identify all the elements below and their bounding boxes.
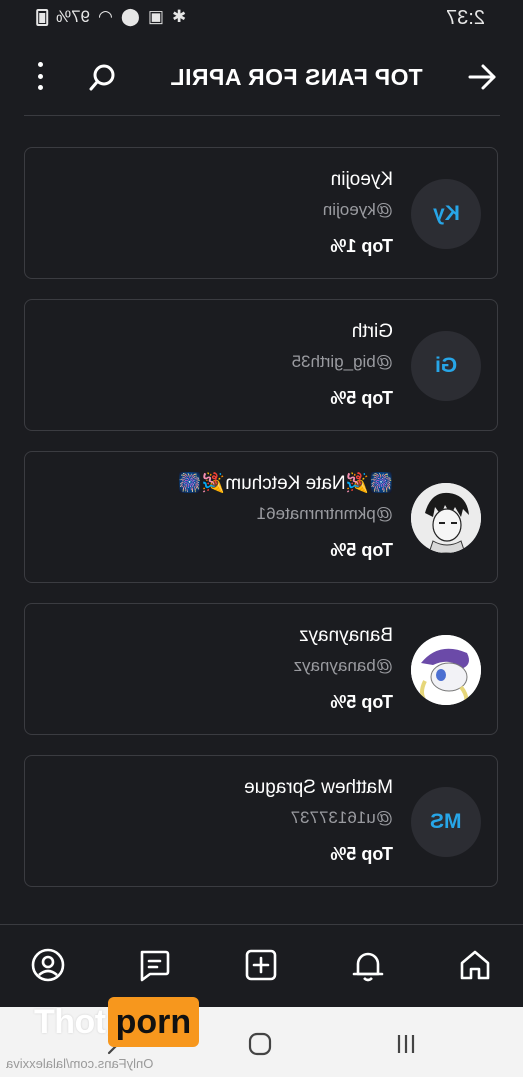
avatar[interactable] [411, 483, 481, 553]
nav-messages-button[interactable] [132, 943, 176, 987]
fan-handle[interactable]: @u16137737 [63, 805, 393, 831]
fan-card[interactable]: MS Matthew Sprague @u16137737 Top 5% [24, 755, 498, 887]
avatar-initials: MS [430, 810, 462, 833]
home-icon [460, 950, 490, 980]
status-time: 2:37 [446, 7, 485, 29]
fan-info: Girth @big_girth35 Top 5% [63, 319, 393, 411]
fan-name[interactable]: Kyeojin [63, 167, 393, 193]
bluetooth-icon: ✱ [171, 7, 187, 26]
anime-avatar-image [411, 483, 481, 553]
fan-rank: Top 1% [330, 236, 393, 256]
status-bar: ✱ ▣ ⬤ ◠ 97% 2:37 [0, 0, 523, 36]
fan-info: 🎆🎉Nate Ketchum🎉🎆 @pkmntrnrnate61 Top 5% [63, 471, 393, 563]
fan-info: Matthew Sprague @u16137737 Top 5% [63, 775, 393, 867]
fan-card[interactable]: Banaynayz @banaynayz Top 5% [24, 603, 498, 735]
more-options-button[interactable] [30, 62, 50, 90]
bell-icon [352, 952, 384, 982]
fan-name[interactable]: Banaynayz [63, 623, 393, 649]
nav-add-post-button[interactable] [239, 943, 283, 987]
watermark-text-right: porn [107, 997, 200, 1047]
avatar-initials: Ky [432, 202, 460, 225]
profile-icon [31, 948, 65, 982]
fan-name[interactable]: Girth [63, 319, 393, 345]
status-icons: ✱ ▣ ⬤ ◠ 97% [36, 7, 186, 27]
fan-card[interactable]: 🎆🎉Nate Ketchum🎉🎆 @pkmntrnrnate61 Top 5% [24, 451, 498, 583]
search-button[interactable] [88, 62, 118, 92]
fan-handle[interactable]: @pkmntrnrnate61 [63, 501, 393, 527]
fan-rank: Top 5% [330, 540, 393, 560]
fan-card[interactable]: Ky Kyeojin @kyeojin Top 1% [24, 147, 498, 279]
fan-card[interactable]: Gi Girth @big_girth35 Top 5% [24, 299, 498, 431]
recents-icon [397, 1035, 415, 1053]
nav-profile-button[interactable] [26, 943, 70, 987]
avatar[interactable] [411, 635, 481, 705]
fan-info: Kyeojin @kyeojin Top 1% [63, 167, 393, 259]
fan-name[interactable]: 🎆🎉Nate Ketchum🎉🎆 [63, 471, 393, 497]
battery-icon [36, 8, 48, 26]
nav-notifications-button[interactable] [346, 943, 390, 987]
arrow-icon [468, 64, 496, 90]
fan-rank: Top 5% [330, 844, 393, 864]
avatar-initials: Gi [434, 354, 458, 377]
pony-avatar-image [411, 635, 481, 705]
fan-rank: Top 5% [330, 692, 393, 712]
message-icon [140, 950, 170, 982]
header-divider [24, 115, 500, 116]
fan-handle[interactable]: @big_girth35 [63, 349, 393, 375]
fan-rank: Top 5% [330, 388, 393, 408]
add-icon [245, 949, 277, 981]
location-icon: ⬤ [120, 7, 140, 26]
system-home-button[interactable] [245, 1029, 275, 1059]
rounded-square-icon [248, 1032, 272, 1056]
bottom-nav [0, 925, 523, 1007]
kebab-dot [37, 73, 43, 79]
fan-handle[interactable]: @banaynayz [63, 653, 394, 679]
search-icon [89, 64, 115, 91]
avatar[interactable]: MS [411, 787, 481, 857]
nav-home-button[interactable] [453, 943, 497, 987]
watermark-logo: Thot porn [34, 997, 200, 1047]
avatar[interactable]: Gi [411, 331, 481, 401]
watermark-url: OnlyFans.com/lalalexxiva [6, 1056, 154, 1071]
page-title: TOP FANS FOR APRIL [170, 64, 423, 90]
watermark-text-left: Thot [34, 1002, 106, 1041]
wifi-icon: ◠ [98, 7, 113, 26]
fan-name[interactable]: Matthew Sprague [63, 775, 393, 801]
avatar[interactable]: Ky [411, 179, 481, 249]
system-recents-button[interactable] [391, 1029, 421, 1059]
back-button[interactable] [466, 62, 498, 92]
lock-icon: ▣ [147, 7, 164, 26]
kebab-dot [37, 85, 43, 90]
fan-info: Banaynayz @banaynayz Top 5% [63, 623, 394, 715]
kebab-dot [37, 62, 43, 67]
battery-text: 97% [56, 7, 91, 26]
fan-handle[interactable]: @kyeojin [63, 197, 393, 223]
